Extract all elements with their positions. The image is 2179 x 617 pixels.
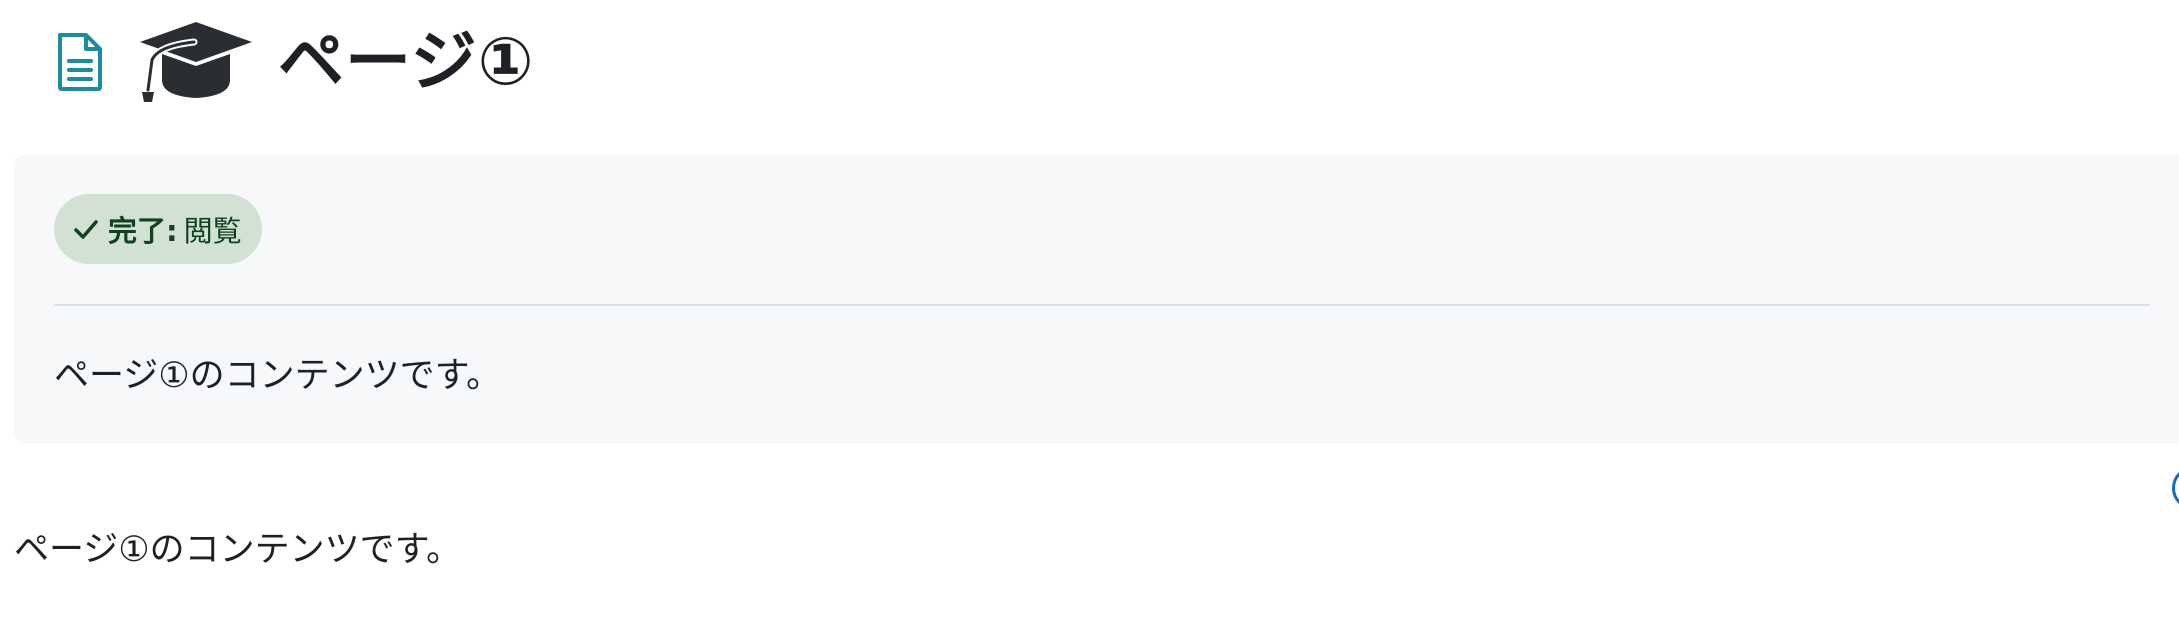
page-header: ページ①: [52, 14, 535, 110]
page-title: ページ①: [278, 23, 535, 100]
completion-status-value: 閲覧: [183, 214, 242, 248]
page-content-text: ページ①のコンテンツです。: [14, 530, 462, 570]
panel-divider: [54, 304, 2150, 306]
check-icon: [72, 215, 100, 243]
completion-status-badge: 完了: 閲覧: [54, 194, 262, 264]
graduation-cap-icon: [136, 20, 256, 104]
document-icon: [52, 29, 108, 95]
panel-content-text: ページ①のコンテンツです。: [54, 356, 502, 396]
completion-status-label: 完了:: [108, 214, 178, 248]
floating-action-button[interactable]: [2172, 466, 2179, 510]
activity-info-panel: 完了: 閲覧 ページ①のコンテンツです。: [14, 154, 2179, 444]
